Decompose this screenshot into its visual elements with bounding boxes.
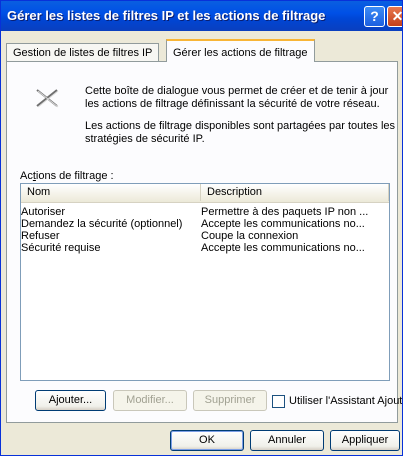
apply-button-label: Appliquer	[341, 434, 389, 446]
apply-button[interactable]: Appliquer	[330, 430, 400, 451]
add-button[interactable]: Ajouter...	[35, 390, 106, 411]
cancel-button-label: Annuler	[268, 434, 306, 446]
cancel-button[interactable]: Annuler	[250, 430, 324, 451]
column-header-description[interactable]: Description	[201, 184, 389, 201]
row-description: Coupe la connexion	[201, 230, 299, 242]
help-icon: ?	[370, 8, 379, 24]
close-button[interactable]: ✕	[387, 6, 403, 27]
tab-filter-lists[interactable]: Gestion de listes de filtres IP	[6, 43, 160, 61]
ok-button-label: OK	[199, 434, 215, 446]
table-row[interactable]: Autoriser Permettre à des paquets IP non…	[21, 206, 389, 218]
row-name: Refuser	[21, 230, 60, 242]
tab-filter-actions[interactable]: Gérer les actions de filtrage	[166, 39, 315, 62]
wizard-checkbox[interactable]	[272, 395, 285, 408]
help-button[interactable]: ?	[364, 6, 385, 27]
ok-button[interactable]: OK	[170, 430, 244, 451]
edit-button-label: Modifier...	[126, 394, 174, 406]
table-row[interactable]: Sécurité requise Accepte les communicati…	[21, 242, 389, 254]
wizard-checkbox-label[interactable]: Utiliser l'Assistant Ajout	[289, 395, 402, 407]
row-name: Sécurité requise	[21, 242, 101, 254]
close-icon: ✕	[391, 8, 403, 24]
add-button-label: Ajouter...	[48, 394, 93, 406]
filter-actions-list[interactable]: Nom Description Autoriser Permettre à de…	[20, 183, 390, 381]
row-name: Demandez la sécurité (optionnel)	[21, 218, 183, 230]
tab-label: Gestion de listes de filtres IP	[13, 47, 153, 59]
remove-button-label: Supprimer	[204, 394, 256, 406]
list-label: Actions de filtrage :	[20, 170, 114, 182]
row-description: Accepte les communications no...	[201, 242, 365, 254]
table-row[interactable]: Refuser Coupe la connexion	[21, 230, 389, 242]
tab-strip: Gestion de listes de filtres IP Gérer le…	[6, 39, 399, 62]
edit-button[interactable]: Modifier...	[113, 390, 187, 411]
remove-button[interactable]: Supprimer	[193, 390, 267, 411]
list-header: Nom Description	[21, 184, 389, 203]
column-header-name[interactable]: Nom	[21, 184, 201, 201]
dialog-window: Gérer les listes de filtres IP et les ac…	[0, 0, 403, 456]
row-description: Accepte les communications no...	[201, 218, 365, 230]
table-row[interactable]: Demandez la sécurité (optionnel) Accepte…	[21, 218, 389, 230]
tab-label: Gérer les actions de filtrage	[173, 47, 308, 59]
row-name: Autoriser	[21, 206, 66, 218]
row-description: Permettre à des paquets IP non ...	[201, 206, 369, 218]
title-bar[interactable]: Gérer les listes de filtres IP et les ac…	[1, 1, 403, 31]
filter-actions-icon	[36, 89, 59, 108]
window-title: Gérer les listes de filtres IP et les ac…	[7, 8, 326, 23]
description-text: Cette boîte de dialogue vous permet de c…	[85, 85, 389, 110]
description-text-shared: Les actions de filtrage disponibles sont…	[85, 120, 396, 145]
